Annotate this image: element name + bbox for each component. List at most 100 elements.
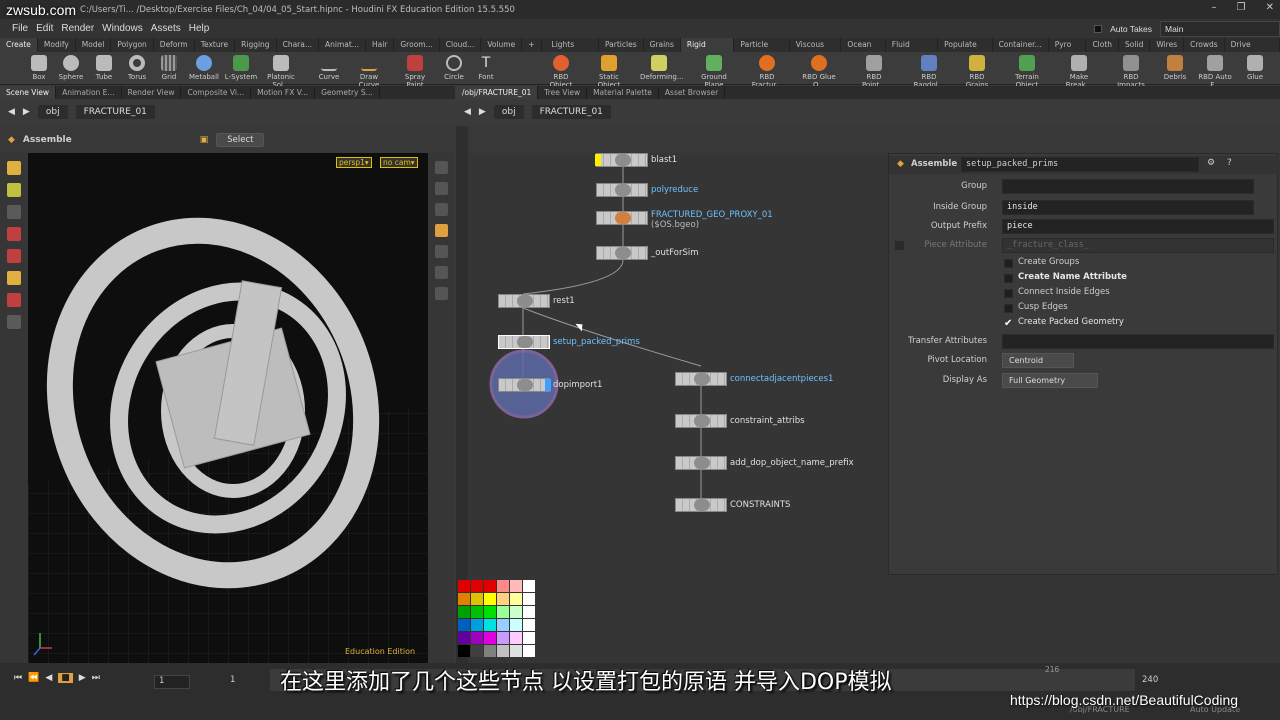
- palette-swatch[interactable]: [523, 606, 535, 618]
- shelf-tab[interactable]: Model: [76, 38, 112, 52]
- checkbox[interactable]: [1004, 289, 1013, 298]
- path-obj[interactable]: obj: [493, 105, 524, 119]
- tab-network[interactable]: /obj/FRACTURE_01: [456, 86, 539, 99]
- palette-swatch[interactable]: [510, 632, 522, 644]
- tool-glue[interactable]: Glue: [1236, 53, 1274, 81]
- palette-swatch[interactable]: [471, 619, 483, 631]
- inside-group-field[interactable]: inside: [1002, 200, 1254, 215]
- pose-tool-icon[interactable]: [7, 271, 21, 285]
- shelf-tab[interactable]: Cloud...: [440, 38, 482, 52]
- shelf-tab[interactable]: Deform: [154, 38, 195, 52]
- play-icon[interactable]: ▶: [79, 673, 86, 683]
- shelf-tab[interactable]: Particles: [599, 38, 644, 52]
- tool-draw-curve[interactable]: Draw Curve: [350, 53, 388, 89]
- select-mode-icon[interactable]: ▣: [200, 135, 209, 145]
- tool-curve[interactable]: Curve: [310, 53, 348, 81]
- snap-icon[interactable]: [435, 287, 448, 300]
- shelf-tab[interactable]: Crowds: [1184, 38, 1225, 52]
- move-tool-icon[interactable]: [7, 183, 21, 197]
- palette-swatch[interactable]: [458, 580, 470, 592]
- scale-tool-icon[interactable]: [7, 227, 21, 241]
- node-add-dop-object-name-prefix[interactable]: [675, 456, 727, 470]
- forward-arrow-icon[interactable]: ▶: [479, 107, 486, 117]
- palette-swatch[interactable]: [510, 645, 522, 657]
- shelf-tab[interactable]: Volume: [481, 38, 523, 52]
- view-tool-icon[interactable]: [7, 315, 21, 329]
- maximize-button[interactable]: ❐: [1237, 2, 1246, 13]
- palette-swatch[interactable]: [510, 593, 522, 605]
- tool-rbd-ragdoll[interactable]: RBD Ragdol...: [910, 53, 948, 89]
- palette-swatch[interactable]: [484, 645, 496, 657]
- node-dopimport1[interactable]: [498, 378, 551, 392]
- palette-swatch[interactable]: [458, 632, 470, 644]
- desktop-dropdown[interactable]: Main: [1160, 20, 1280, 37]
- shelf-tab[interactable]: Groom...: [394, 38, 440, 52]
- palette-swatch[interactable]: [497, 619, 509, 631]
- jump-start-icon[interactable]: ⏮: [14, 673, 22, 683]
- path-node[interactable]: FRACTURE_01: [531, 105, 611, 119]
- node-name-field[interactable]: setup_packed_prims: [961, 157, 1199, 172]
- menu-render[interactable]: Render: [61, 23, 94, 34]
- template-icon[interactable]: [435, 266, 448, 279]
- node-outforsim[interactable]: [596, 246, 648, 260]
- palette-swatch[interactable]: [458, 593, 470, 605]
- stop-icon[interactable]: ■: [58, 673, 73, 683]
- checkbox[interactable]: [1004, 304, 1013, 313]
- palette-swatch[interactable]: [523, 645, 535, 657]
- shelf-tab[interactable]: Fluid Cont...: [886, 38, 939, 63]
- palette-swatch[interactable]: [471, 580, 483, 592]
- palette-swatch[interactable]: [458, 645, 470, 657]
- back-arrow-icon[interactable]: ◀: [8, 107, 15, 117]
- shelf-tab[interactable]: Polygon: [111, 38, 154, 52]
- menu-assets[interactable]: Assets: [151, 23, 181, 34]
- checkbox[interactable]: [1004, 259, 1013, 268]
- node-constraints[interactable]: [675, 498, 727, 512]
- tool-lsystem[interactable]: L-System: [222, 53, 260, 81]
- palette-swatch[interactable]: [471, 593, 483, 605]
- shelf-tab[interactable]: Rigid Bodies: [680, 38, 735, 63]
- shelf-tab[interactable]: Grains: [644, 38, 681, 52]
- step-back-icon[interactable]: ⏪: [28, 673, 39, 683]
- frame-field[interactable]: 1: [154, 675, 190, 689]
- tab-material-palette[interactable]: Material Palette: [587, 86, 659, 99]
- auto-takes-checkbox[interactable]: [1094, 24, 1103, 33]
- group-field[interactable]: [1002, 179, 1254, 194]
- tool-terrain-object[interactable]: Terrain Object: [1008, 53, 1046, 89]
- tool-deforming[interactable]: Deforming...: [640, 53, 684, 81]
- forward-arrow-icon[interactable]: ▶: [23, 107, 30, 117]
- palette-swatch[interactable]: [510, 619, 522, 631]
- gear-icon[interactable]: ⚙: [1207, 158, 1215, 168]
- palette-swatch[interactable]: [484, 619, 496, 631]
- output-prefix-field[interactable]: piece: [1002, 219, 1274, 234]
- tab-render-view[interactable]: Render View: [122, 86, 182, 99]
- palette-swatch[interactable]: [497, 580, 509, 592]
- path-node[interactable]: FRACTURE_01: [75, 105, 155, 119]
- palette-swatch[interactable]: [523, 632, 535, 644]
- display-as-dropdown[interactable]: Full Geometry: [1002, 373, 1098, 388]
- tab-geometry-spreadsheet[interactable]: Geometry S...: [315, 86, 380, 99]
- shelf-tab[interactable]: Animat...: [319, 38, 366, 52]
- menu-help[interactable]: Help: [189, 23, 210, 34]
- display-icon[interactable]: [435, 161, 448, 174]
- tool-metaball[interactable]: Metaball: [185, 53, 223, 81]
- node-constraint-attribs[interactable]: [675, 414, 727, 428]
- tool-font[interactable]: T Font: [467, 53, 505, 81]
- shelf-add-icon[interactable]: +: [522, 38, 542, 52]
- transfer-attributes-field[interactable]: [1002, 334, 1274, 349]
- jump-end-icon[interactable]: ⏭: [92, 673, 100, 683]
- shelf-tab[interactable]: Container...: [993, 38, 1049, 52]
- path-obj[interactable]: obj: [37, 105, 68, 119]
- menu-windows[interactable]: Windows: [102, 23, 143, 34]
- tool-rbd-object[interactable]: RBD Object: [542, 53, 580, 89]
- shelf-tab[interactable]: Texture: [195, 38, 236, 52]
- shelf-tab[interactable]: Rigging: [235, 38, 277, 52]
- shading-icon[interactable]: [435, 224, 448, 237]
- palette-swatch[interactable]: [497, 593, 509, 605]
- palette-swatch[interactable]: [484, 632, 496, 644]
- tab-asset-browser[interactable]: Asset Browser: [659, 86, 726, 99]
- palette-swatch[interactable]: [523, 593, 535, 605]
- minimize-button[interactable]: –: [1212, 2, 1217, 13]
- camera-dropdown[interactable]: no cam▾: [380, 157, 418, 168]
- shelf-tab[interactable]: Drive Simu...: [1225, 38, 1280, 63]
- tool-rbd-glue[interactable]: RBD Glue O...: [800, 53, 838, 89]
